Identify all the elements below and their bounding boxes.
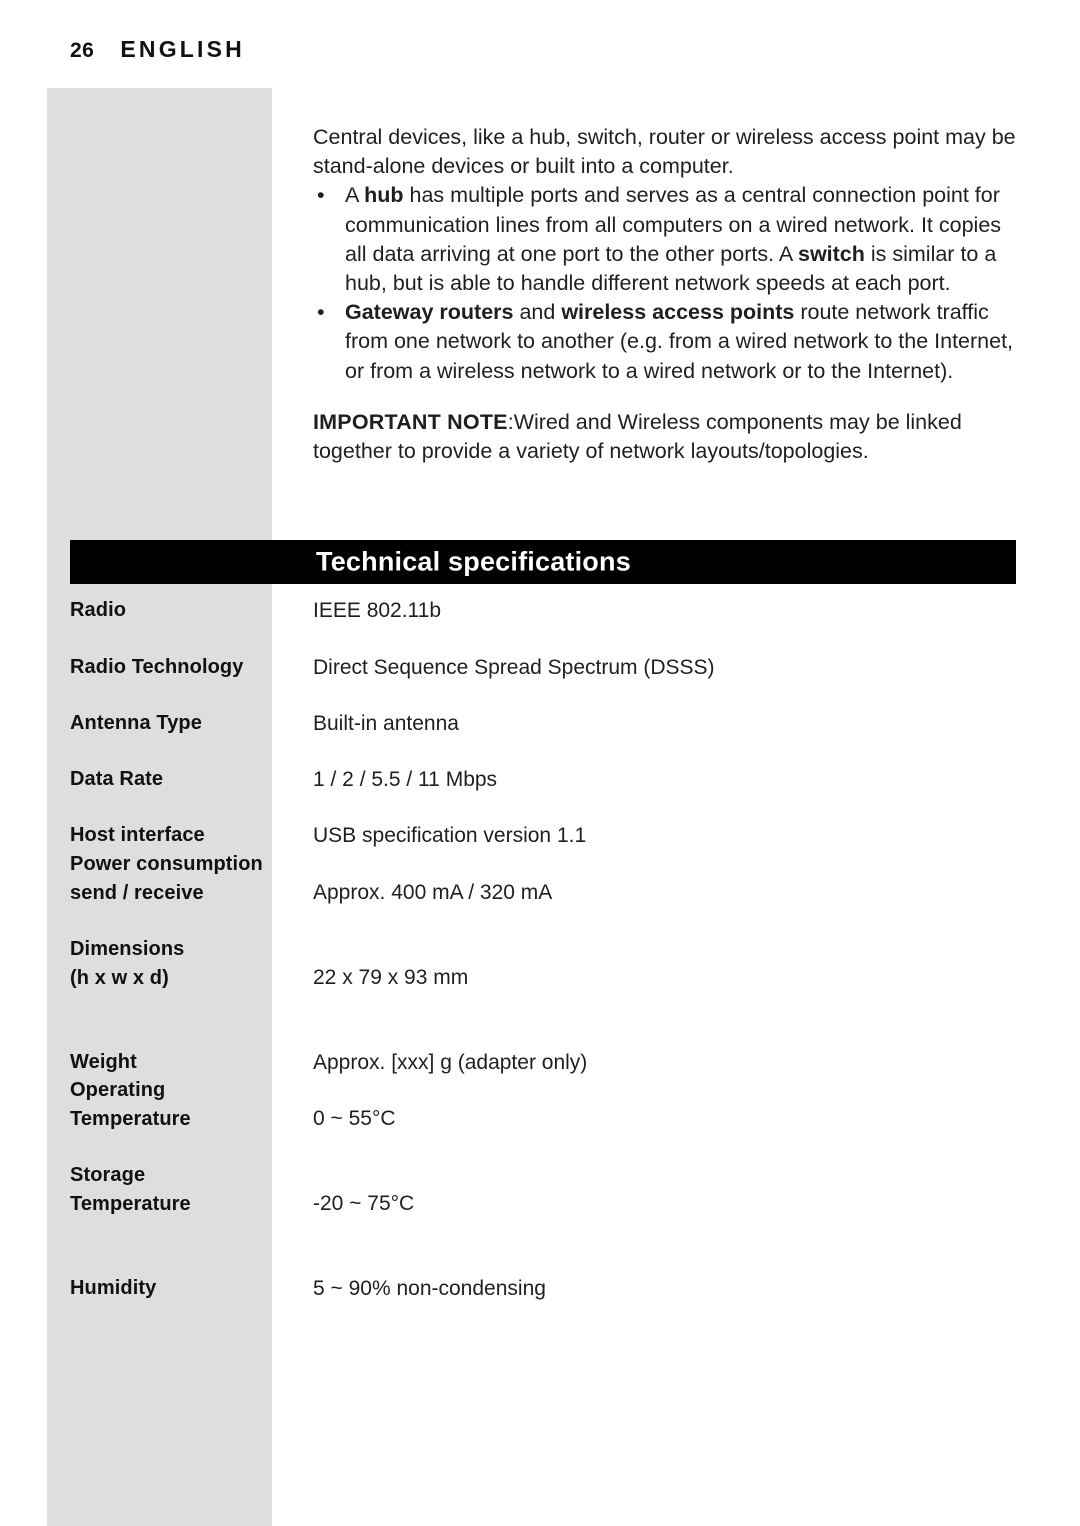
spec-label: Storage Temperature xyxy=(70,1161,275,1219)
spec-label: Antenna Type xyxy=(70,709,275,738)
spec-label-line: Temperature xyxy=(70,1193,191,1215)
spec-label: Humidity xyxy=(70,1274,275,1303)
table-row: Storage Temperature -20 ~ 75°C xyxy=(0,1164,1080,1245)
emphasized-term: wireless access points xyxy=(561,300,795,325)
spec-label-line: Operating xyxy=(70,1079,166,1101)
spec-label-line: Antenna Type xyxy=(70,712,202,734)
spec-value: 22 x 79 x 93 mm xyxy=(313,966,469,989)
emphasized-term: switch xyxy=(797,241,865,266)
spec-label: Radio xyxy=(70,596,275,625)
table-row: Operating Temperature 0 ~ 55°C xyxy=(0,1079,1080,1160)
table-row: Humidity 5 ~ 90% non-condensing xyxy=(0,1274,1080,1330)
section-heading: Technical specifications xyxy=(316,546,631,577)
important-note-label: IMPORTANT NOTE xyxy=(313,409,508,434)
table-row: Dimensions (h x w x d) 22 x 79 x 93 mm xyxy=(0,938,1080,1019)
spec-value: Built-in antenna xyxy=(313,712,459,735)
spec-label-line: send / receive xyxy=(70,882,204,904)
spec-value: 1 / 2 / 5.5 / 11 Mbps xyxy=(313,768,498,791)
spec-label: Power consumption send / receive xyxy=(70,850,275,908)
spec-label-line: Power consumption xyxy=(70,853,263,875)
spec-value: 5 ~ 90% non-condensing xyxy=(313,1277,546,1300)
emphasized-term: hub xyxy=(364,183,404,208)
spec-label: Dimensions (h x w x d) xyxy=(70,935,275,993)
intro-paragraph: Central devices, like a hub, switch, rou… xyxy=(313,125,1016,179)
spec-value: Approx. 400 mA / 320 mA xyxy=(313,881,553,904)
device-bullet-list: • A hub has multiple ports and serves as… xyxy=(313,181,1020,385)
table-row: Data Rate 1 / 2 / 5.5 / 11 Mbps xyxy=(0,765,1080,821)
table-row: Radio Technology Direct Sequence Spread S… xyxy=(0,653,1080,709)
spec-label: Data Rate xyxy=(70,765,275,794)
spec-label-line: Radio xyxy=(70,599,127,621)
spec-label: Host interface xyxy=(70,821,275,850)
spec-label-line: Dimensions xyxy=(70,938,185,960)
list-item: • A hub has multiple ports and serves as… xyxy=(313,181,1020,298)
spec-label-line: Radio Technology xyxy=(70,656,244,678)
page-section-title: ENGLISH xyxy=(120,36,245,62)
spec-label-line: Humidity xyxy=(70,1277,157,1299)
table-row: Antenna Type Built-in antenna xyxy=(0,709,1080,765)
spec-value: -20 ~ 75°C xyxy=(313,1192,415,1215)
page-number: 26 xyxy=(70,39,95,62)
important-note: IMPORTANT NOTE:Wired and Wireless compon… xyxy=(313,408,1020,466)
spec-label-line: (h x w x d) xyxy=(70,967,169,989)
spec-value: USB specification version 1.1 xyxy=(313,824,587,847)
list-item: • Gateway routers and wireless access po… xyxy=(313,298,1020,386)
spec-label-line: Data Rate xyxy=(70,768,164,790)
page-header: 26 ENGLISH xyxy=(70,36,245,63)
table-row: Radio IEEE 802.11b xyxy=(0,596,1080,652)
table-row: Power consumption send / receive Approx. 4… xyxy=(0,853,1080,934)
spec-value: Direct Sequence Spread Spectrum (DSSS) xyxy=(313,656,715,679)
spec-label: Operating Temperature xyxy=(70,1076,275,1134)
spec-label: Radio Technology xyxy=(70,653,275,682)
bullet-marker: • xyxy=(317,300,325,325)
bullet-text: Gateway routers and wireless access poin… xyxy=(345,300,1013,382)
bullet-marker: • xyxy=(317,183,325,208)
spec-label-line: Host interface xyxy=(70,824,205,846)
spec-label: Weight xyxy=(70,1048,275,1077)
spec-value: 0 ~ 55°C xyxy=(313,1107,396,1130)
spec-value: Approx. [xxx] g (adapter only) xyxy=(313,1051,588,1074)
body-text-run: A xyxy=(345,183,365,208)
spec-value: IEEE 802.11b xyxy=(313,599,442,622)
technical-specifications-title-bar: Technical specifications xyxy=(70,540,1016,584)
spec-label-line: Storage xyxy=(70,1164,146,1186)
body-text-run: and xyxy=(513,300,562,325)
spec-label-line: Weight xyxy=(70,1051,137,1073)
spec-label-line: Temperature xyxy=(70,1108,191,1130)
bullet-text: A hub has multiple ports and serves as a… xyxy=(345,183,1001,295)
emphasized-term: Gateway routers xyxy=(345,300,514,325)
intro-body-block: Central devices, like a hub, switch, rou… xyxy=(313,123,1020,466)
